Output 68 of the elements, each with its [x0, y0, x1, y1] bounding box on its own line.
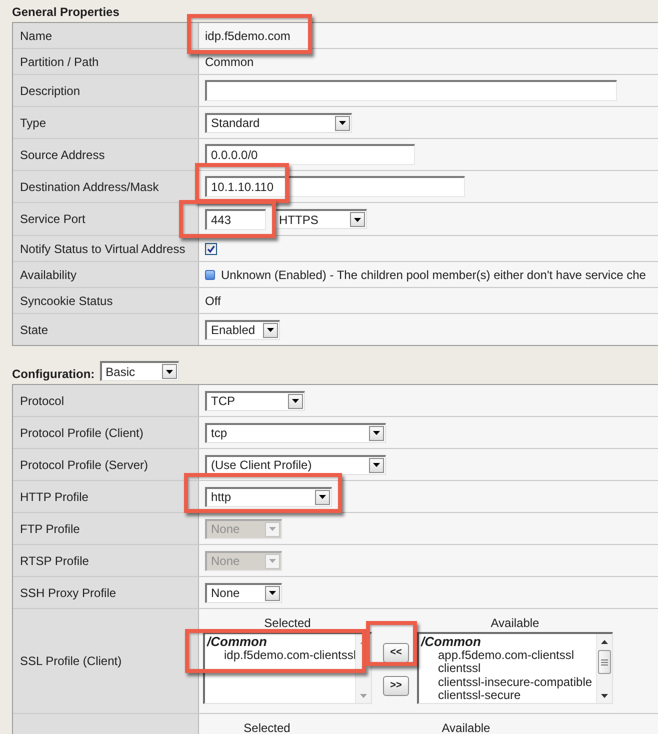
- field-value: Off: [205, 294, 221, 308]
- caret-icon: [350, 212, 365, 227]
- column-heading: Selected: [264, 616, 311, 630]
- field-label: Protocol: [20, 394, 64, 408]
- field-label: Type: [20, 116, 46, 130]
- caret-icon: [369, 458, 384, 472]
- dropdown[interactable]: Basic: [100, 361, 179, 381]
- field-label: Name: [20, 28, 52, 42]
- section-title: General Properties: [12, 5, 120, 19]
- field-label: Source Address: [20, 148, 105, 162]
- caret-icon: [263, 322, 278, 338]
- list-option[interactable]: idp.f5demo.com-clientssl: [224, 648, 356, 662]
- dropdown[interactable]: (Use Client Profile): [205, 454, 386, 474]
- dropdown[interactable]: HTTPS: [273, 209, 367, 229]
- field-label: SSL Profile (Client): [20, 654, 122, 668]
- caret-icon: [265, 522, 280, 536]
- field-label: Protocol Profile (Client): [20, 426, 144, 440]
- field-label: SSH Proxy Profile: [20, 586, 116, 600]
- field-label: FTP Profile: [20, 522, 80, 536]
- caret-icon: [162, 364, 177, 379]
- column-heading: Selected: [244, 722, 290, 734]
- field-label: Description: [20, 84, 80, 98]
- field-label: Availability: [20, 268, 76, 282]
- field-value: Common: [205, 54, 254, 68]
- dropdown[interactable]: TCP: [205, 390, 305, 410]
- field-value: Unknown (Enabled) - The children pool member(s) either don't have service che: [221, 268, 646, 282]
- column-heading: Available: [442, 722, 490, 734]
- dropdown[interactable]: Standard: [205, 112, 352, 132]
- dropdown[interactable]: Enabled: [205, 320, 280, 340]
- dropdown[interactable]: None: [205, 582, 282, 602]
- list-box[interactable]: /Common idp.f5demo.com-clientssl: [203, 632, 372, 704]
- list-option[interactable]: app.f5demo.com-clientssl: [438, 648, 574, 662]
- field-label: Notify Status to Virtual Address: [20, 242, 186, 256]
- list-option[interactable]: clientssl: [438, 662, 481, 676]
- list-option[interactable]: clientssl-insecure-compatible: [438, 676, 592, 689]
- field-label: Protocol Profile (Server): [20, 458, 148, 472]
- caret-icon: [335, 116, 350, 130]
- list-option[interactable]: clientssl-secure: [438, 689, 521, 702]
- column-heading: Available: [490, 616, 540, 630]
- scrollbar-thumb[interactable]: [598, 650, 611, 674]
- field-label: Destination Address/Mask: [20, 180, 159, 194]
- scrollbar[interactable]: [596, 634, 612, 703]
- field-label: Service Port: [20, 212, 86, 226]
- list-group-label: /Common: [421, 635, 481, 648]
- dropdown[interactable]: http: [205, 486, 332, 506]
- field-label: State: [20, 322, 48, 336]
- status-icon: [205, 270, 215, 280]
- checkbox[interactable]: [205, 242, 217, 254]
- move-left-button[interactable]: <<: [383, 643, 409, 663]
- list-group-label: /Common: [207, 635, 267, 648]
- field-label: RTSP Profile: [20, 554, 89, 568]
- caret-icon: [265, 554, 280, 568]
- section-title: Configuration:: [12, 367, 95, 381]
- text-field[interactable]: [205, 80, 617, 101]
- field-label: Partition / Path: [20, 54, 99, 68]
- caret-icon: [315, 490, 330, 504]
- dropdown[interactable]: tcp: [205, 422, 386, 442]
- caret-icon: [369, 426, 384, 440]
- field-label: HTTP Profile: [20, 490, 88, 504]
- text-field[interactable]: 443: [205, 208, 266, 230]
- text-field[interactable]: 0.0.0.0/0: [205, 144, 415, 165]
- list-box[interactable]: /Common app.f5demo.com-clientssl clientssl clientssl-insecure-compatible clientssl-secure: [417, 632, 613, 704]
- field-value: idp.f5demo.com: [205, 28, 290, 42]
- move-right-button[interactable]: >>: [383, 676, 409, 696]
- caret-icon: [265, 586, 280, 600]
- field-label: Syncookie Status: [20, 294, 113, 308]
- text-field[interactable]: 10.1.10.110: [205, 176, 465, 197]
- caret-icon: [288, 394, 303, 408]
